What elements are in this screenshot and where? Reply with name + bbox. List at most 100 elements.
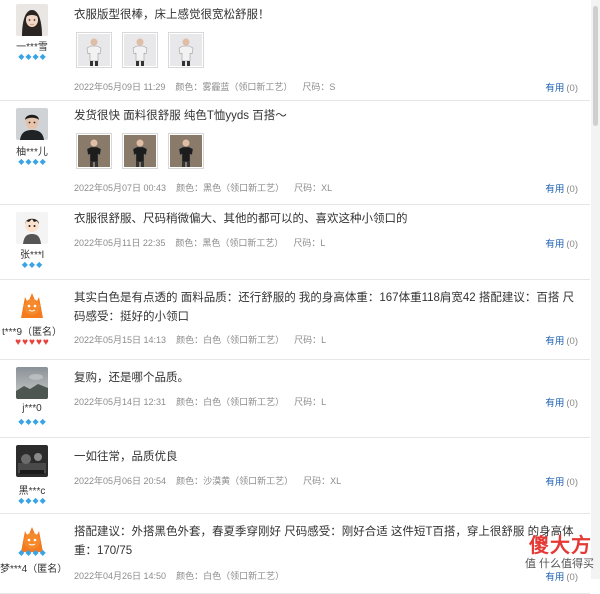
review-meta: 2022年05月06日 20:54 颜色：沙漠黄（领口新工艺） 尺码：XL (74, 474, 351, 487)
review-item: 柚***儿 ◆◆◆◆ 发货很快 面料很舒服 纯色T恤yyds 百搭～ 2022年05月… (0, 101, 590, 205)
helpful-vote[interactable]: 有用 (0) (545, 236, 578, 250)
scrollbar[interactable] (591, 0, 600, 579)
review-photo-thumbnail[interactable] (76, 32, 112, 68)
diamond-icon: ◆ (25, 548, 32, 557)
review-item: 一***雪 ◆◆◆◆ 衣服版型很棒，床上感觉很宽松舒服！ 2022年05月09日 11… (0, 0, 590, 101)
review-photo-thumbnail[interactable] (168, 133, 204, 169)
product-color: 颜色：雾霾蓝（领口新工艺） (175, 82, 293, 92)
product-color: 颜色：沙漠黄（领口新工艺） (176, 476, 294, 486)
username: 张***l (20, 250, 44, 261)
helpful-count: (0) (566, 398, 578, 409)
diamond-icon: ◆ (25, 52, 32, 61)
avatar[interactable] (16, 4, 48, 36)
avatar[interactable] (16, 108, 48, 140)
username: t***9（匿名） (1, 327, 62, 338)
review-list: 一***雪 ◆◆◆◆ 衣服版型很棒，床上感觉很宽松舒服！ 2022年05月09日 11… (0, 0, 600, 594)
product-color: 颜色：白色（领口新工艺） (176, 397, 285, 407)
diamond-icon: ◆ (39, 157, 46, 166)
helpful-vote[interactable]: 有用 (0) (545, 80, 578, 94)
helpful-vote[interactable]: 有用 (0) (545, 474, 578, 488)
diamond-icon: ◆ (32, 417, 39, 426)
helpful-button[interactable]: 有用 (545, 398, 564, 409)
review-item: t***9（匿名） ♥♥♥♥♥ 其实白色是有点透的 面料品质：还行舒服的 我的身高体… (0, 280, 590, 360)
heart-icon: ♥ (35, 337, 42, 348)
diamond-icon: ◆ (36, 260, 43, 269)
diamond-icon: ◆ (21, 260, 28, 269)
diamond-icon: ◆ (18, 417, 25, 426)
avatar[interactable] (16, 212, 48, 244)
diamond-icon: ◆ (18, 548, 25, 557)
helpful-vote[interactable]: 有用 (0) (545, 181, 578, 195)
review-text: 复购，还是哪个品质。 (74, 372, 189, 384)
username: j***0 (22, 403, 42, 414)
helpful-button[interactable]: 有用 (545, 336, 564, 347)
review-text: 发货很快 面料很舒服 纯色T恤yyds 百搭～ (74, 110, 287, 122)
review-photos (76, 32, 214, 68)
avatar[interactable] (16, 287, 48, 319)
helpful-vote[interactable]: 有用 (0) (545, 395, 578, 409)
diamond-icon: ◆ (32, 157, 39, 166)
review-date: 2022年05月11日 22:35 (74, 238, 166, 248)
review-meta: 2022年05月09日 11:29 颜色：雾霾蓝（领口新工艺） 尺码：S (74, 80, 345, 93)
review-photo-thumbnail[interactable] (122, 133, 158, 169)
review-text: 其实白色是有点透的 面料品质：还行舒服的 我的身高体重：167体重118肩宽42… (74, 292, 575, 323)
product-size: 尺码：XL (303, 476, 342, 486)
review-photo-thumbnail[interactable] (168, 32, 204, 68)
member-level-badges: ◆◆◆◆ (0, 417, 64, 427)
review-photo-thumbnail[interactable] (122, 32, 158, 68)
member-level-badges: ◆◆◆ (0, 260, 64, 270)
review-meta: 2022年05月15日 14:13 颜色：白色（领口新工艺） 尺码：L (74, 333, 336, 346)
diamond-icon: ◆ (25, 157, 32, 166)
member-level-badges: ◆◆◆◆ (0, 157, 64, 167)
review-date: 2022年04月26日 14:50 (74, 571, 167, 581)
review-item: j***0 ◆◆◆◆ 复购，还是哪个品质。 2022年05月14日 12:31 颜色：白… (0, 360, 590, 438)
review-text: 衣服很舒服、尺码稍微偏大、其他的都可以的、喜欢这种小领口的 (74, 213, 408, 225)
diamond-icon: ◆ (25, 496, 32, 505)
watermark-subtitle: 值 什么值得买 (524, 558, 594, 570)
product-color: 颜色：黑色（领口新工艺） (176, 183, 285, 193)
username: 梦***4（匿名） (0, 564, 68, 575)
watermark-logo-text: 傻大方 (529, 529, 592, 558)
review-meta: 2022年05月14日 12:31 颜色：白色（领口新工艺） 尺码：L (74, 395, 336, 408)
avatar[interactable] (16, 367, 48, 399)
avatar[interactable] (16, 445, 48, 477)
review-date: 2022年05月15日 14:13 (74, 335, 167, 345)
diamond-icon: ◆ (39, 496, 46, 505)
product-size: 尺码：XL (294, 183, 333, 193)
watermark-main: 傻大方 (529, 535, 592, 557)
helpful-count: (0) (566, 477, 578, 488)
scrollbar-thumb[interactable] (593, 6, 598, 126)
diamond-icon: ◆ (32, 496, 39, 505)
review-date: 2022年05月09日 11:29 (74, 82, 166, 92)
review-text: 一如往常，品质优良 (74, 451, 178, 463)
username: 黑***c (18, 486, 46, 497)
helpful-button[interactable]: 有用 (545, 477, 564, 488)
username: 一***雪 (16, 42, 48, 53)
helpful-button[interactable]: 有用 (545, 83, 564, 94)
diamond-icon: ◆ (18, 52, 25, 61)
heart-icon: ♥ (15, 337, 22, 348)
helpful-count: (0) (566, 239, 578, 250)
diamond-icon: ◆ (39, 548, 46, 557)
helpful-vote[interactable]: 有用 (0) (545, 333, 578, 347)
product-color: 颜色：白色（领口新工艺） (176, 571, 285, 581)
helpful-count: (0) (566, 83, 578, 94)
helpful-button[interactable]: 有用 (545, 184, 564, 195)
diamond-icon: ◆ (39, 417, 46, 426)
helpful-button[interactable]: 有用 (545, 239, 564, 250)
review-meta: 2022年05月07日 00:43 颜色：黑色（领口新工艺） 尺码：XL (74, 181, 342, 194)
diamond-icon: ◆ (28, 260, 36, 269)
review-meta: 2022年04月26日 14:50 颜色：白色（领口新工艺） (74, 569, 304, 582)
product-size: 尺码：L (294, 335, 327, 345)
review-item: 张***l ◆◆◆ 衣服很舒服、尺码稍微偏大、其他的都可以的、喜欢这种小领口的 202… (0, 205, 590, 280)
review-date: 2022年05月07日 00:43 (74, 183, 167, 193)
product-color: 颜色：白色（领口新工艺） (176, 335, 285, 345)
review-date: 2022年05月06日 20:54 (74, 476, 167, 486)
helpful-count: (0) (566, 336, 578, 347)
diamond-icon: ◆ (25, 417, 32, 426)
product-size: 尺码：S (302, 82, 336, 92)
diamond-icon: ◆ (32, 52, 39, 61)
review-photo-thumbnail[interactable] (76, 133, 112, 169)
username: 柚***儿 (16, 147, 48, 158)
member-level-badges: ◆◆◆◆ (0, 52, 64, 62)
